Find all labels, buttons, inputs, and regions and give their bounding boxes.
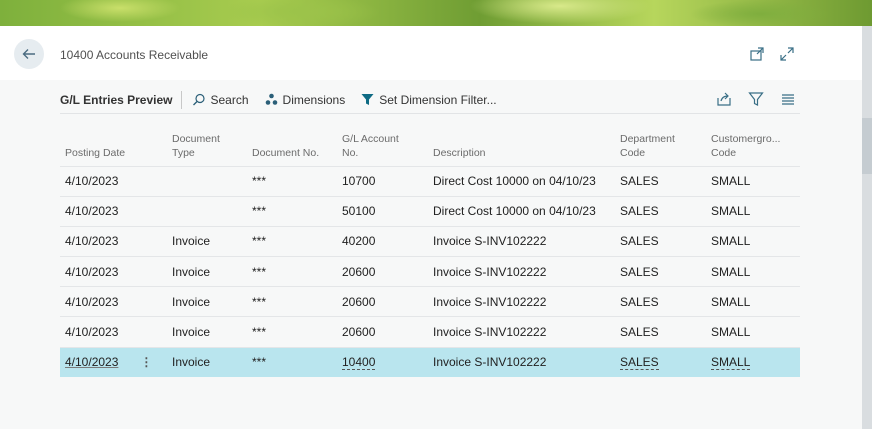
posting-date-link[interactable]: 4/10/2023 — [65, 355, 118, 369]
cell-gl-account-no: 20600 — [337, 286, 428, 317]
arrow-left-icon — [22, 49, 35, 59]
cell-description: Invoice S-INV102222 — [428, 225, 615, 257]
gl-entries-table: Posting Date Document Type Document No. … — [60, 126, 800, 378]
side-panel-tab[interactable] — [862, 118, 872, 174]
cell-description: Invoice S-INV102222 — [428, 286, 615, 317]
cell-document-type: Invoice — [167, 286, 247, 317]
list-toolbar: G/L Entries Preview Search Dimensions Se… — [60, 86, 800, 114]
page-header: 10400 Accounts Receivable — [0, 26, 862, 80]
cell-department-code: SALES — [615, 225, 706, 257]
cell-document-type — [167, 195, 247, 227]
cell-department-code: SALES — [615, 286, 706, 317]
cell-description: Invoice S-INV102222 — [428, 256, 615, 287]
cell-document-no: *** — [247, 346, 337, 378]
cell-posting-date: 4/10/2023 — [60, 256, 167, 287]
filter-icon — [361, 94, 374, 105]
department-code-link[interactable]: SALES — [620, 355, 659, 371]
cell-document-no: *** — [247, 195, 337, 227]
gl-account-no-link[interactable]: 10400 — [342, 355, 376, 371]
app-banner — [0, 0, 872, 26]
table-row[interactable]: 4/10/2023 Invoice *** 20600 Invoice S-IN… — [60, 286, 800, 317]
page-panel: 10400 Accounts Receivable G/L Entries Pr… — [0, 26, 862, 429]
side-panel-edge — [862, 26, 872, 429]
cell-department-code: SALES — [615, 256, 706, 287]
cell-posting-date: 4/10/2023 — [60, 195, 167, 227]
dimensions-icon — [265, 93, 277, 105]
cell-description: Invoice S-INV102222 — [428, 346, 615, 378]
col-header-gl-account-no[interactable]: G/L Account No. — [337, 126, 428, 166]
filter-pane-icon[interactable] — [748, 91, 764, 107]
cell-gl-account-no: 20600 — [337, 316, 428, 348]
cell-document-no: *** — [247, 225, 337, 257]
cell-department-code[interactable]: SALES — [615, 346, 706, 378]
customergroup-code-link[interactable]: SMALL — [711, 355, 751, 371]
cell-posting-date: 4/10/2023 — [60, 225, 167, 257]
cell-customergroup-code: SMALL — [706, 316, 800, 348]
cell-customergroup-code: SMALL — [706, 286, 800, 317]
col-header-department-code[interactable]: Department Code — [615, 126, 706, 166]
set-dimension-filter-button[interactable]: Set Dimension Filter... — [361, 92, 497, 107]
cell-customergroup-code: SMALL — [706, 195, 800, 227]
cell-department-code: SALES — [615, 165, 706, 197]
cell-department-code: SALES — [615, 195, 706, 227]
cell-document-no: *** — [247, 286, 337, 317]
table-row[interactable]: 4/10/2023 Invoice *** 20600 Invoice S-IN… — [60, 256, 800, 287]
table-row[interactable]: 4/10/2023 Invoice *** 20600 Invoice S-IN… — [60, 316, 800, 348]
cell-gl-account-no: 40200 — [337, 225, 428, 257]
search-button[interactable]: Search — [192, 93, 249, 107]
list-title: G/L Entries Preview — [60, 92, 173, 107]
cell-document-type: Invoice — [167, 256, 247, 287]
cell-description: Invoice S-INV102222 — [428, 316, 615, 348]
table-row[interactable]: 4/10/2023 Invoice *** 40200 Invoice S-IN… — [60, 225, 800, 257]
col-header-document-type[interactable]: Document Type — [167, 126, 247, 166]
cell-document-no: *** — [247, 256, 337, 287]
cell-document-no: *** — [247, 165, 337, 197]
cell-document-type: Invoice — [167, 225, 247, 257]
cell-gl-account-no: 50100 — [337, 195, 428, 227]
set-dimension-filter-label: Set Dimension Filter... — [379, 92, 497, 107]
page-title: 10400 Accounts Receivable — [60, 48, 209, 62]
dimensions-label: Dimensions — [282, 92, 346, 107]
cell-customergroup-code: SMALL — [706, 256, 800, 287]
list-view-icon[interactable] — [780, 91, 796, 107]
cell-customergroup-code[interactable]: SMALL — [706, 346, 800, 378]
expand-icon[interactable] — [779, 46, 795, 62]
row-actions-icon[interactable]: ⋮ — [140, 355, 152, 369]
cell-customergroup-code: SMALL — [706, 165, 800, 197]
cell-posting-date[interactable]: 4/10/2023 ⋮ — [60, 346, 167, 378]
cell-posting-date: 4/10/2023 — [60, 316, 167, 348]
cell-gl-account-no[interactable]: 10400 — [337, 346, 428, 378]
cell-document-type: Invoice — [167, 316, 247, 348]
col-header-description[interactable]: Description — [428, 126, 615, 166]
cell-gl-account-no: 10700 — [337, 165, 428, 197]
cell-document-type — [167, 165, 247, 197]
cell-description: Direct Cost 10000 on 04/10/23 — [428, 165, 615, 197]
table-row-selected[interactable]: 4/10/2023 ⋮ Invoice *** 10400 Invoice S-I… — [60, 346, 800, 378]
open-new-window-icon[interactable] — [749, 46, 765, 62]
search-icon — [192, 93, 205, 105]
cell-description: Direct Cost 10000 on 04/10/23 — [428, 195, 615, 227]
dimensions-button[interactable]: Dimensions — [265, 92, 346, 107]
back-button[interactable] — [14, 39, 44, 69]
search-label: Search — [210, 92, 249, 107]
col-header-customergroup-code[interactable]: Customergro... Code — [706, 126, 800, 166]
cell-document-no: *** — [247, 316, 337, 348]
table-row[interactable]: 4/10/2023 *** 10700 Direct Cost 10000 on… — [60, 165, 800, 197]
share-icon[interactable] — [716, 91, 732, 107]
cell-gl-account-no: 20600 — [337, 256, 428, 287]
toolbar-divider — [180, 90, 182, 109]
col-header-posting-date[interactable]: Posting Date — [60, 126, 167, 166]
cell-customergroup-code: SMALL — [706, 225, 800, 257]
table-row[interactable]: 4/10/2023 *** 50100 Direct Cost 10000 on… — [60, 195, 800, 227]
cell-posting-date: 4/10/2023 — [60, 286, 167, 317]
cell-department-code: SALES — [615, 316, 706, 348]
table-header-row: Posting Date Document Type Document No. … — [60, 126, 800, 166]
col-header-document-no[interactable]: Document No. — [247, 126, 337, 166]
cell-posting-date: 4/10/2023 — [60, 165, 167, 197]
table-body: 4/10/2023 *** 10700 Direct Cost 10000 on… — [60, 165, 800, 378]
cell-document-type: Invoice — [167, 346, 247, 378]
